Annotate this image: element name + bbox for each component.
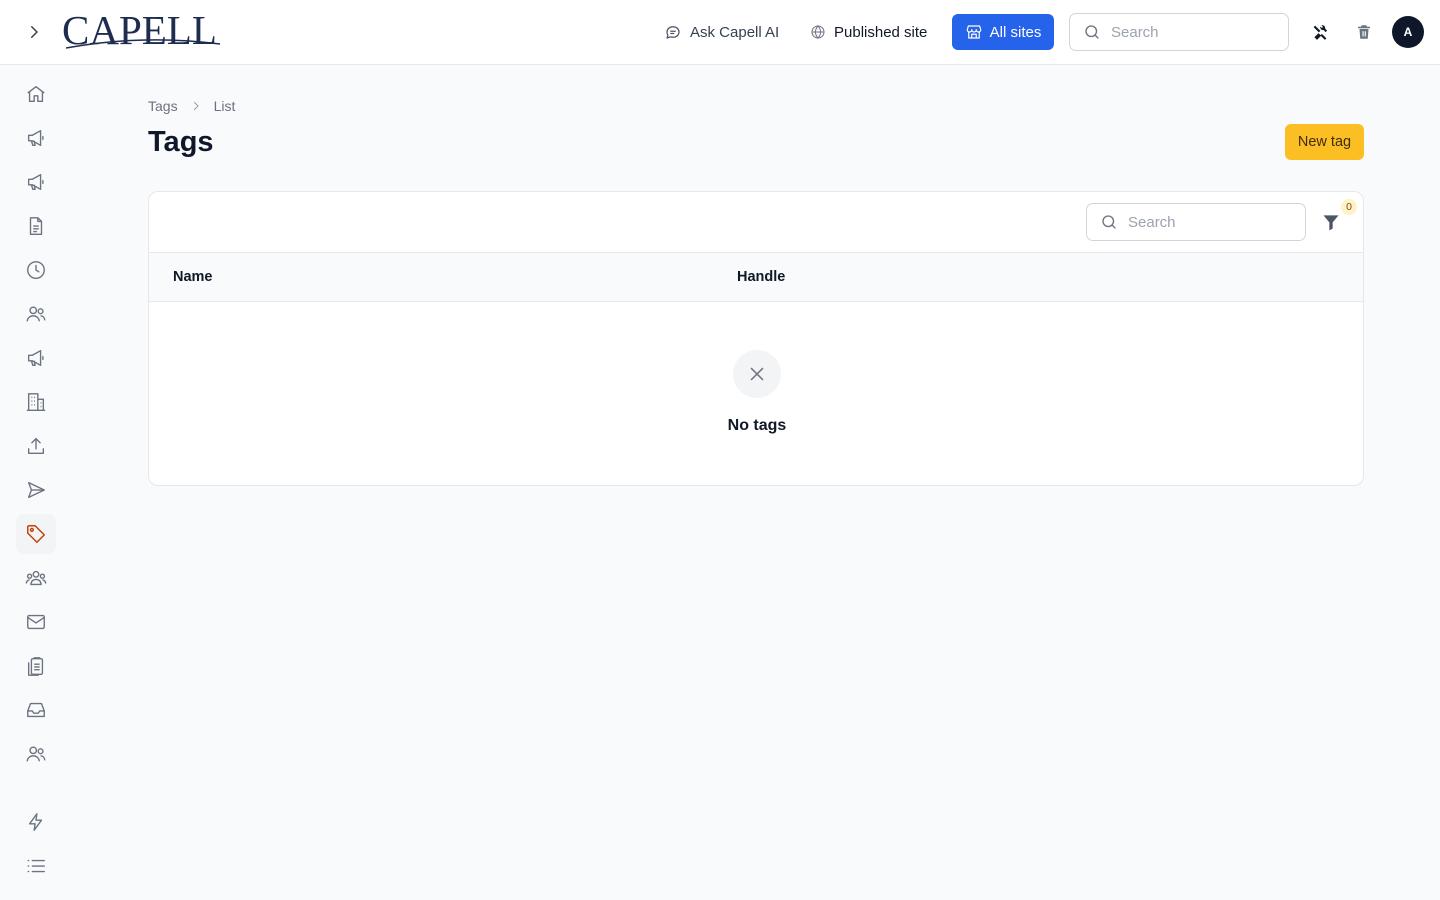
ask-ai-link[interactable]: Ask Capell AI [664, 14, 779, 50]
page-title: Tags [148, 126, 214, 158]
sidebar-item-companies[interactable] [16, 382, 56, 422]
tags-table: 0 Name Handle No tags [148, 191, 1364, 486]
filter-button[interactable] [1319, 209, 1343, 235]
clipboard-icon [27, 657, 44, 676]
avatar-initial: A [1403, 25, 1413, 39]
sidebar-item-users[interactable] [16, 294, 56, 334]
sidebar-item-forms[interactable] [16, 646, 56, 686]
published-site-link[interactable]: Published site [810, 14, 927, 50]
new-tag-label: New tag [1297, 134, 1352, 150]
sidebar-toggle-button[interactable] [20, 18, 48, 46]
envelope-icon [27, 614, 45, 630]
inbox-icon [27, 702, 45, 718]
sidebar-item-inbox[interactable] [16, 690, 56, 730]
all-sites-button[interactable]: All sites [952, 14, 1054, 50]
breadcrumb-current: List [213, 98, 236, 114]
table-search-input[interactable] [1128, 213, 1278, 231]
megaphone-icon [27, 129, 44, 147]
list-icon [27, 859, 45, 873]
sidebar-item-mail[interactable] [16, 602, 56, 642]
users-icon [26, 306, 46, 322]
sidebar-item-history[interactable] [16, 250, 56, 290]
filter-count-badge: 0 [1341, 199, 1357, 215]
sidebar-item-tags[interactable] [16, 514, 56, 554]
sidebar-item-pages[interactable] [16, 206, 56, 246]
column-header-handle[interactable]: Handle [737, 269, 785, 285]
user-avatar[interactable]: A [1392, 16, 1424, 48]
sidebar-item-automations[interactable] [16, 802, 56, 842]
table-search[interactable] [1086, 203, 1306, 241]
sidebar-item-announcements[interactable] [16, 162, 56, 202]
sidebar-item-home[interactable] [16, 74, 56, 114]
building-icon [26, 393, 46, 411]
table-header: Name Handle [149, 253, 1363, 302]
sidebar [0, 65, 72, 900]
breadcrumb: Tags List [148, 96, 235, 116]
sidebar-item-promotions[interactable] [16, 338, 56, 378]
chevron-right-icon [193, 101, 199, 111]
global-search[interactable] [1069, 13, 1289, 51]
sidebar-item-sent[interactable] [16, 470, 56, 510]
global-search-input[interactable] [1111, 23, 1261, 41]
sidebar-item-list[interactable] [16, 846, 56, 886]
home-icon [27, 85, 45, 103]
table-toolbar: 0 [149, 192, 1363, 253]
bolt-icon [28, 813, 43, 831]
chat-bubble-icon [666, 26, 680, 39]
sidebar-item-uploads[interactable] [16, 426, 56, 466]
chevron-right-icon [31, 26, 38, 38]
megaphone-icon [27, 349, 44, 367]
breadcrumb-parent[interactable]: Tags [148, 98, 178, 114]
megaphone-icon [27, 173, 44, 191]
column-header-name[interactable]: Name [173, 269, 213, 285]
trash-button[interactable] [1351, 19, 1377, 45]
all-sites-label: All sites [989, 23, 1042, 41]
new-tag-button[interactable]: New tag [1285, 124, 1364, 160]
published-site-label: Published site [834, 23, 928, 41]
send-icon [27, 481, 45, 499]
tools-button[interactable] [1307, 19, 1333, 45]
tools-icon [1313, 25, 1328, 40]
ask-ai-label: Ask Capell AI [690, 23, 780, 41]
top-bar: CAPELL Ask Capell AI Published site All … [0, 0, 1440, 65]
funnel-icon [1323, 215, 1339, 231]
sidebar-item-campaigns[interactable] [16, 118, 56, 158]
sidebar-item-groups[interactable] [16, 558, 56, 598]
trash-icon [1358, 25, 1370, 39]
upload-icon [27, 437, 45, 455]
close-icon [750, 367, 764, 381]
document-icon [29, 217, 43, 235]
search-icon [1085, 25, 1099, 39]
storefront-icon [966, 25, 982, 39]
empty-state-text: No tags [727, 417, 787, 434]
globe-icon [811, 25, 825, 39]
empty-state-icon-wrap [733, 350, 781, 398]
search-icon [1102, 215, 1116, 229]
users-icon [26, 746, 46, 762]
clock-icon [27, 261, 45, 279]
sidebar-item-members[interactable] [16, 734, 56, 774]
tags-icon [27, 525, 45, 543]
user-group-icon [25, 570, 47, 586]
